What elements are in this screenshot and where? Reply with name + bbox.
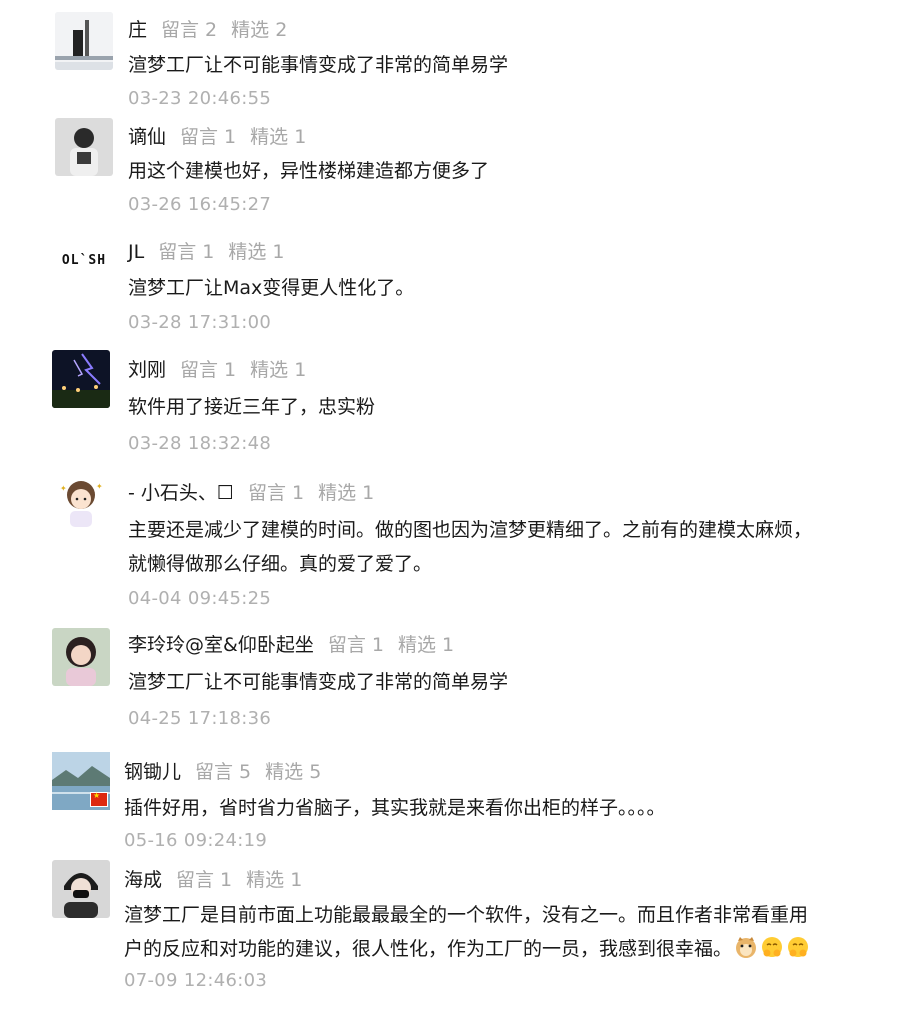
desk-lamp-photo [55, 12, 113, 70]
comment-count: 留言 1 [247, 482, 305, 504]
avatar[interactable] [52, 628, 110, 686]
comment-time: 03-28 18:32:48 [128, 433, 272, 454]
comment-count: 留言 1 [176, 869, 233, 891]
featured-count: 精选 1 [250, 359, 307, 381]
comment-text: 渲梦工厂让Max变得更人性化了。 [128, 277, 415, 299]
avatar[interactable]: ★ [52, 752, 110, 810]
comment-time: 05-16 09:24:19 [124, 830, 268, 851]
comment-text: 渲梦工厂是目前市面上功能最最最全的一个软件，没有之一。而且作者非常看重用 户的反… [124, 898, 888, 970]
hug-face-icon [786, 935, 810, 970]
avatar[interactable] [55, 12, 113, 70]
comment-count: 留言 1 [158, 241, 215, 263]
avatar[interactable] [52, 860, 110, 918]
commenter-name[interactable]: 谪仙 [128, 126, 166, 148]
avatar[interactable]: ✦ ✦ [52, 473, 110, 531]
avatar[interactable]: OL`SH [55, 232, 113, 290]
flag-icon: ★ [90, 791, 108, 807]
comment-time: 03-23 20:46:55 [128, 88, 272, 109]
comment-count: 留言 5 [195, 761, 252, 783]
hug-face-icon [760, 935, 784, 970]
featured-count: 精选 1 [246, 869, 303, 891]
comment-text: 软件用了接近三年了，忠实粉 [128, 396, 376, 418]
commenter-name[interactable]: - 小石头、☐ [128, 482, 234, 504]
featured-count: 精选 2 [231, 19, 288, 41]
comment-text-line: 渲梦工厂是目前市面上功能最最最全的一个软件，没有之一。而且作者非常看重用 [124, 904, 809, 926]
commenter-name[interactable]: 刘刚 [128, 359, 166, 381]
featured-count: 精选 1 [250, 126, 307, 148]
person-photo [55, 118, 113, 176]
cartoon-girl-drawing: ✦ ✦ [52, 473, 110, 531]
comment-time: 04-25 17:18:36 [128, 708, 272, 729]
comment-text: 用这个建模也好，异性楼梯建造都方便多了 [128, 160, 490, 182]
comment-text: 插件好用，省时省力省脑子，其实我就是来看你出柜的样子。。。。 [124, 797, 666, 819]
masked-person-photo [52, 860, 110, 918]
comment-text-line-2: 户的反应和对功能的建议，很人性化，作为工厂的一员，我感到很幸福。 [124, 938, 733, 960]
commenter-name[interactable]: 钢锄儿 [124, 761, 181, 783]
featured-count: 精选 1 [228, 241, 285, 263]
comment-text-line: 就懒得做那么仔细。真的爱了爱了。 [128, 553, 433, 575]
comment-count: 留言 1 [180, 359, 237, 381]
featured-count: 精选 1 [318, 482, 375, 504]
comment-count: 留言 1 [327, 634, 384, 656]
featured-count: 精选 5 [265, 761, 322, 783]
comment-time: 04-04 09:45:25 [128, 588, 272, 609]
comment-time: 07-09 12:46:03 [124, 970, 268, 991]
comment-text-line: 主要还是减少了建模的时间。做的图也因为渲梦更精细了。之前有的建模太麻烦， [128, 519, 813, 541]
doge-icon [734, 935, 758, 970]
commenter-name[interactable]: 李玲玲@室&仰卧起坐 [128, 634, 314, 656]
woman-portrait-photo [52, 628, 110, 686]
avatar[interactable] [52, 350, 110, 408]
comment-time: 03-26 16:45:27 [128, 194, 272, 215]
comment-text-line: 户的反应和对功能的建议，很人性化，作为工厂的一员，我感到很幸福。 [124, 932, 888, 970]
avatar[interactable] [55, 118, 113, 176]
ol-sh-logo: OL`SH [61, 253, 107, 268]
svg-text:✦: ✦ [96, 482, 103, 491]
comment-text: 渲梦工厂让不可能事情变成了非常的简单易学 [128, 671, 509, 693]
commenter-name[interactable]: 庄 [128, 19, 147, 41]
comment-text: 主要还是减少了建模的时间。做的图也因为渲梦更精细了。之前有的建模太麻烦， 就懒得… [128, 513, 888, 581]
comment-count: 留言 1 [180, 126, 237, 148]
comment-time: 03-28 17:31:00 [128, 312, 272, 333]
svg-text:✦: ✦ [60, 484, 67, 493]
commenter-name[interactable]: JL [128, 241, 144, 263]
featured-count: 精选 1 [397, 634, 455, 656]
commenter-name[interactable]: 海成 [124, 869, 162, 891]
night-sky-photo [52, 350, 110, 408]
comment-text: 渲梦工厂让不可能事情变成了非常的简单易学 [128, 54, 509, 76]
comment-count: 留言 2 [161, 19, 218, 41]
